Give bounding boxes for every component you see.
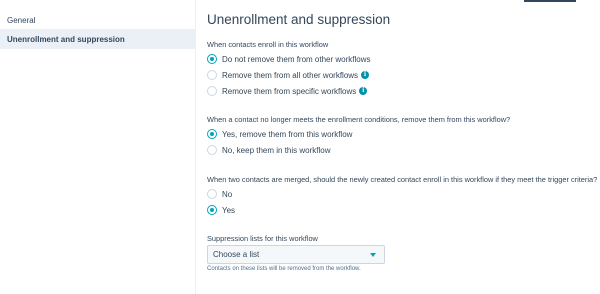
radio-button[interactable] [207,54,217,64]
radio-remove-all[interactable]: Remove them from all other workflows i [207,69,370,81]
info-icon[interactable]: i [361,71,370,79]
sidebar-divider [195,0,196,294]
radio-remove-specific[interactable]: Remove them from specific workflows i [207,85,368,97]
sidebar-item-unenrollment[interactable]: Unenrollment and suppression [0,29,195,49]
sidebar-item-general[interactable]: General [0,10,195,30]
sidebar-item-label: General [7,15,36,25]
radio-do-not-remove[interactable]: Do not remove them from other workflows [207,53,371,65]
sidebar-item-label: Unenrollment and suppression [7,34,125,44]
radio-label: Do not remove them from other workflows [222,54,371,64]
radio-button[interactable] [207,129,217,139]
radio-label: Yes [222,205,236,215]
page-title: Unenrollment and suppression [207,12,391,27]
radio-label: No, keep them in this workflow [222,145,331,155]
radio-button[interactable] [207,189,217,199]
radio-button[interactable] [207,145,217,155]
radio-label: Remove them from specific workflows [222,86,357,96]
select-value: Choose a list [213,250,260,259]
radio-button[interactable] [207,86,217,96]
radio-merge-no[interactable]: No [207,188,232,200]
merge-question: When two contacts are merged, should the… [207,175,598,184]
radio-button[interactable] [207,205,217,215]
enroll-question: When contacts enroll in this workflow [207,40,329,49]
sidebar: General Unenrollment and suppression [0,0,195,294]
main-panel: Unenrollment and suppression When contac… [207,0,597,294]
radio-button[interactable] [207,70,217,80]
radio-label: No [222,189,233,199]
caret-down-icon [370,253,376,257]
info-icon[interactable]: i [359,87,368,95]
suppression-list-select[interactable]: Choose a list [207,245,385,264]
radio-yes-remove[interactable]: Yes, remove them from this workflow [207,128,352,140]
suppression-help-text: Contacts on these lists will be removed … [207,266,361,272]
criteria-question: When a contact no longer meets the enrol… [207,115,511,124]
suppression-label: Suppression lists for this workflow [207,234,318,243]
radio-merge-yes[interactable]: Yes [207,204,235,216]
radio-no-keep[interactable]: No, keep them in this workflow [207,144,331,156]
radio-label: Remove them from all other workflows [222,70,359,80]
radio-label: Yes, remove them from this workflow [222,129,353,139]
